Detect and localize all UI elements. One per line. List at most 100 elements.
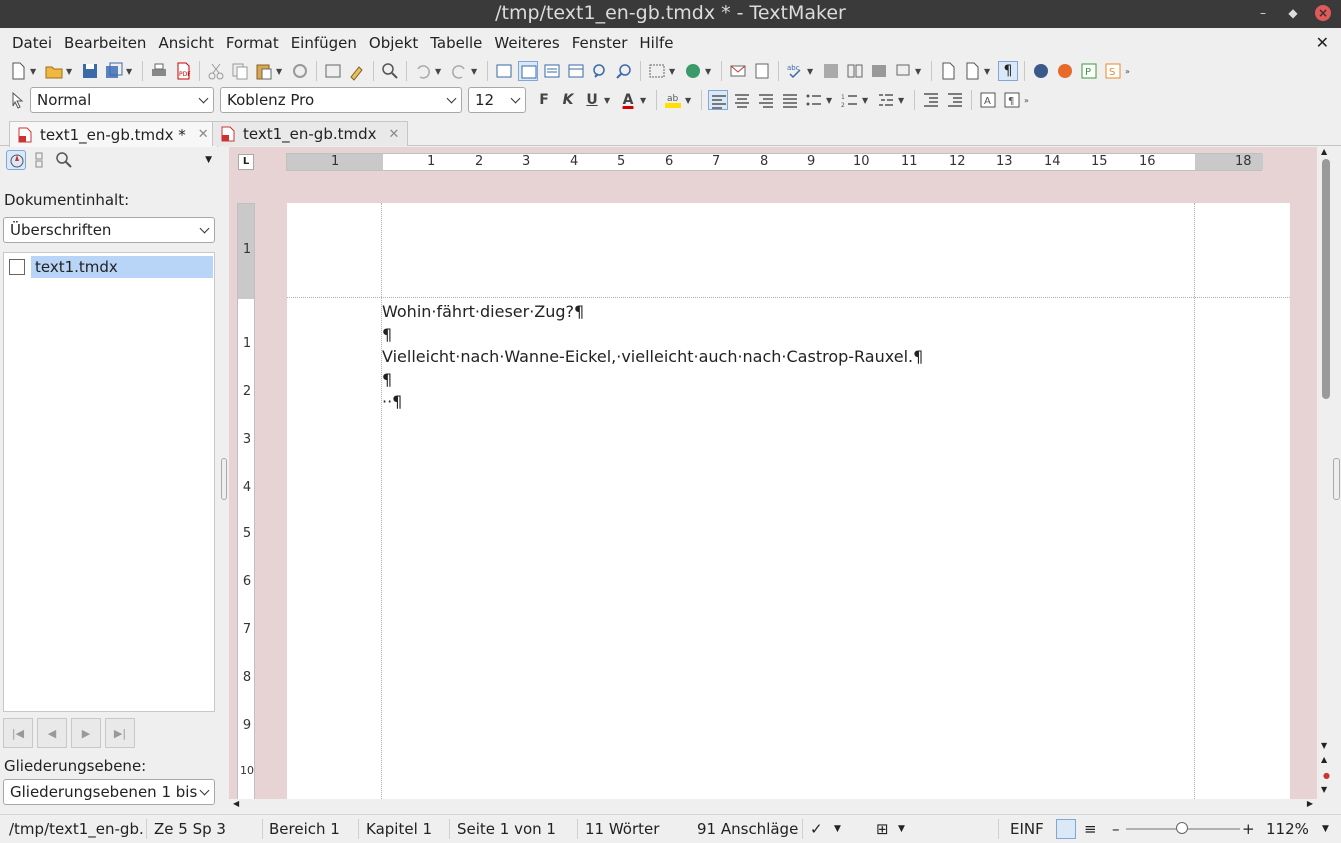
underline-button[interactable]: U xyxy=(581,89,603,111)
bullet-list-icon[interactable] xyxy=(804,90,824,110)
redo-dropdown-icon[interactable]: ▼ xyxy=(471,67,479,76)
previous-icon[interactable]: ◀ xyxy=(37,718,67,748)
comment-dropdown-icon[interactable]: ▼ xyxy=(705,67,713,76)
frame-icon[interactable] xyxy=(647,61,667,81)
view-page-icon[interactable] xyxy=(518,61,538,81)
page-insert-icon[interactable] xyxy=(962,61,982,81)
character-format-icon[interactable]: A xyxy=(978,90,998,110)
pointer-icon[interactable] xyxy=(8,90,28,110)
minimize-icon[interactable]: – xyxy=(1255,5,1271,21)
tab-document-1[interactable]: text1_en-gb.tmdx * ✕ xyxy=(9,121,218,147)
new-document-icon[interactable] xyxy=(8,61,28,81)
menu-fenster[interactable]: Fenster xyxy=(572,34,628,52)
highlight-icon[interactable]: ab xyxy=(663,90,683,110)
menu-format[interactable]: Format xyxy=(226,34,279,52)
view-normal-icon[interactable] xyxy=(494,61,514,81)
view-outline-icon[interactable] xyxy=(542,61,562,81)
vertical-ruler[interactable]: 1 1 2 3 4 5 6 7 8 9 10 xyxy=(237,203,255,799)
undo-dropdown-icon[interactable]: ▼ xyxy=(435,67,443,76)
form-icon[interactable] xyxy=(752,61,772,81)
horizontal-ruler[interactable]: 1 1 2 3 4 5 6 7 8 9 10 11 12 13 14 15 16 18 xyxy=(286,153,1263,171)
last-icon[interactable]: ▶| xyxy=(105,718,135,748)
navigator-icon[interactable] xyxy=(6,150,26,170)
content-type-select[interactable]: Überschriften xyxy=(3,217,215,243)
align-center-icon[interactable] xyxy=(732,90,752,110)
font-color-dropdown-icon[interactable]: ▼ xyxy=(640,96,648,105)
font-select[interactable]: Koblenz Pro xyxy=(220,87,462,113)
scroll-thumb[interactable] xyxy=(1322,159,1330,399)
gray-block-icon[interactable] xyxy=(821,61,841,81)
align-left-icon[interactable] xyxy=(708,90,728,110)
more-tools-icon[interactable]: » xyxy=(1125,67,1133,76)
search-icon[interactable] xyxy=(380,61,400,81)
save-icon[interactable] xyxy=(80,61,100,81)
outline-dropdown-icon[interactable]: ▼ xyxy=(898,96,906,105)
undo-icon[interactable] xyxy=(413,61,433,81)
object-icon[interactable] xyxy=(893,61,913,81)
save-all-icon[interactable] xyxy=(104,61,124,81)
envelope-icon[interactable] xyxy=(728,61,748,81)
save-dropdown-icon[interactable]: ▼ xyxy=(126,67,134,76)
prev-page-icon[interactable]: ▲ xyxy=(1321,755,1327,764)
page-dropdown-icon[interactable]: ▼ xyxy=(984,67,992,76)
numbered-list-icon[interactable]: 12 xyxy=(840,90,860,110)
align-justify-icon[interactable] xyxy=(780,90,800,110)
zoom-slider-knob[interactable] xyxy=(1176,822,1188,834)
objects-icon[interactable] xyxy=(30,150,50,170)
spellcheck-dropdown-icon[interactable]: ▼ xyxy=(834,824,841,834)
scroll-right-icon[interactable]: ▶ xyxy=(1307,799,1313,808)
first-icon[interactable]: |◀ xyxy=(3,718,33,748)
outline-level-select[interactable]: Gliederungsebenen 1 bis xyxy=(3,779,215,805)
paste-dropdown-icon[interactable]: ▼ xyxy=(276,67,284,76)
picture-icon[interactable] xyxy=(869,61,889,81)
copy-icon[interactable] xyxy=(230,61,250,81)
menu-weiteres[interactable]: Weiteres xyxy=(494,34,559,52)
outline-view-icon[interactable]: ≡ xyxy=(1084,820,1097,838)
restore-icon[interactable]: ◆ xyxy=(1285,5,1301,21)
paragraph-format-icon[interactable]: ¶ xyxy=(1002,90,1022,110)
open-icon[interactable] xyxy=(44,61,64,81)
status-zoom[interactable]: 112% xyxy=(1266,820,1309,838)
bold-button[interactable]: F xyxy=(533,89,555,111)
outline-list-icon[interactable] xyxy=(876,90,896,110)
status-insert-mode[interactable]: EINF xyxy=(1010,820,1044,838)
menu-datei[interactable]: Datei xyxy=(12,34,52,52)
sidebar-search-icon[interactable] xyxy=(54,150,74,170)
close-tab-icon[interactable]: ✕ xyxy=(198,127,209,142)
refresh-icon[interactable] xyxy=(290,61,310,81)
view-master-icon[interactable] xyxy=(566,61,586,81)
object-dropdown-icon[interactable]: ▼ xyxy=(915,67,923,76)
github-icon[interactable] xyxy=(1031,61,1051,81)
horizontal-scrollbar[interactable]: ◀ ▶ xyxy=(229,799,1317,811)
spellcheck-icon[interactable]: abc xyxy=(785,61,805,81)
numbered-dropdown-icon[interactable]: ▼ xyxy=(862,96,870,105)
zoom-dropdown-icon[interactable]: ▼ xyxy=(1322,824,1329,834)
page-setup-icon[interactable] xyxy=(938,61,958,81)
planmaker-icon[interactable]: P xyxy=(1079,61,1099,81)
font-color-button[interactable]: A xyxy=(617,89,639,111)
frame-dropdown-icon[interactable]: ▼ xyxy=(669,67,677,76)
more-format-icon[interactable]: » xyxy=(1024,96,1032,105)
next-icon[interactable]: ▶ xyxy=(71,718,101,748)
format-brush-icon[interactable] xyxy=(347,61,367,81)
zoom-icon[interactable] xyxy=(590,61,610,81)
menu-ansicht[interactable]: Ansicht xyxy=(158,34,213,52)
tree-item[interactable]: text1.tmdx xyxy=(7,256,213,278)
decrease-indent-icon[interactable] xyxy=(921,90,941,110)
browse-object-icon[interactable]: ● xyxy=(1323,771,1330,780)
redo-icon[interactable] xyxy=(449,61,469,81)
scroll-down-icon[interactable]: ▼ xyxy=(1321,741,1327,750)
menu-bearbeiten[interactable]: Bearbeiten xyxy=(64,34,146,52)
style-select[interactable]: Normal xyxy=(30,87,214,113)
spellcheck-dropdown-icon[interactable]: ▼ xyxy=(807,67,815,76)
tab-stop-selector[interactable]: L xyxy=(238,154,254,170)
close-window-icon[interactable]: × xyxy=(1315,5,1331,21)
status-spellcheck-icon[interactable]: ✓ xyxy=(810,820,823,838)
page-view-icon[interactable] xyxy=(1056,819,1076,839)
pdf-export-icon[interactable]: PDF xyxy=(173,61,193,81)
increase-indent-icon[interactable] xyxy=(945,90,965,110)
bullet-dropdown-icon[interactable]: ▼ xyxy=(826,96,834,105)
new-dropdown-icon[interactable]: ▼ xyxy=(30,67,38,76)
menu-hilfe[interactable]: Hilfe xyxy=(639,34,673,52)
sidebar-splitter[interactable] xyxy=(221,458,227,500)
